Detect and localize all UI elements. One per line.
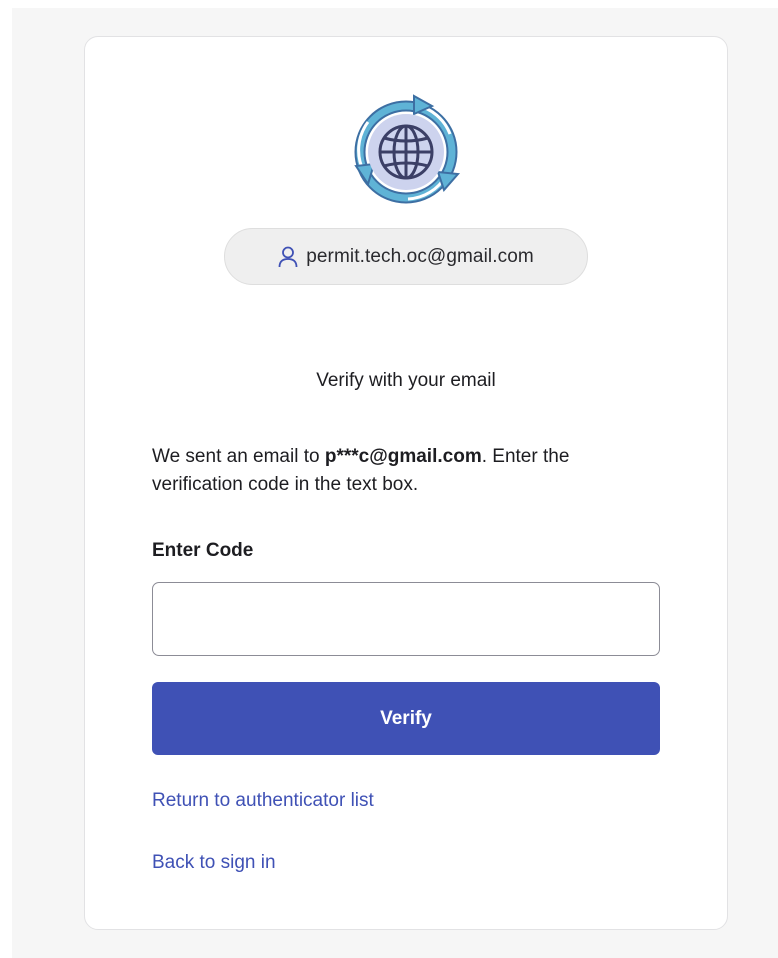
description-prefix: We sent an email to (152, 446, 325, 467)
identity-email: permit.tech.oc@gmail.com (306, 245, 534, 267)
return-to-authenticator-list-link[interactable]: Return to authenticator list (152, 790, 374, 812)
globe-sync-icon (346, 92, 466, 212)
user-icon (278, 246, 298, 268)
challenge-description: We sent an email to p***c@gmail.com. Ent… (152, 443, 660, 499)
code-input[interactable] (152, 582, 660, 656)
verify-button[interactable]: Verify (152, 682, 660, 755)
identity-chip: permit.tech.oc@gmail.com (224, 228, 588, 285)
page-title: Verify with your email (316, 370, 496, 391)
back-to-sign-in-link[interactable]: Back to sign in (152, 852, 276, 874)
code-label: Enter Code (152, 540, 254, 561)
masked-email: p***c@gmail.com (324, 446, 482, 467)
